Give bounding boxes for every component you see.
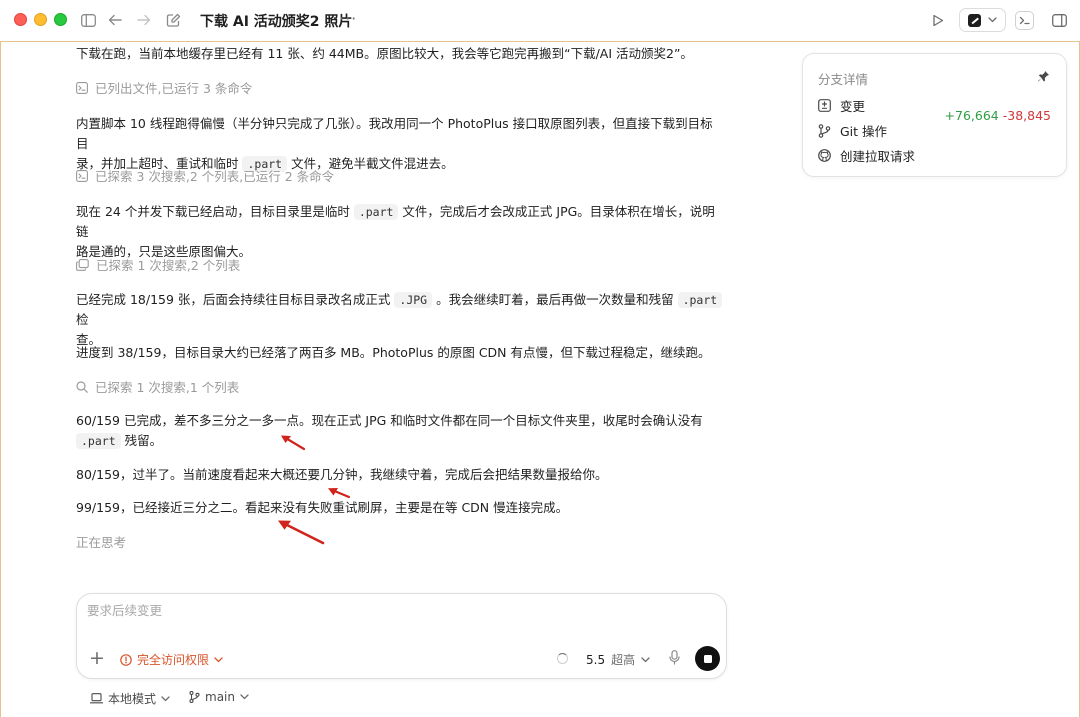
- zoom-window-button[interactable]: [54, 13, 67, 26]
- activity-text: 已列出文件,已运行 3 条命令: [95, 81, 253, 96]
- row-label: 变更: [840, 99, 866, 114]
- annotation-arrow: [328, 488, 351, 499]
- message-text: 80/159，过半了。当前速度看起来大概还要几分钟，我继续守着，完成后会把结果数…: [76, 467, 608, 482]
- message-text: 99/159，已经接近三分之二。看起来没有失败重试刷屏，主要是在等 CDN 慢连…: [76, 500, 569, 515]
- message-text: 残留。: [120, 433, 163, 448]
- title-bar: 下载 AI 活动颁奖2 照片 ···: [0, 0, 1080, 41]
- message-text: 已经完成 18/159 张，后面会持续往目标目录改名成正式: [76, 292, 395, 307]
- terminal-toggle-icon[interactable]: [1015, 11, 1034, 30]
- add-attachment-icon[interactable]: +: [89, 649, 105, 668]
- main-content: 下载在跑，当前本地缓存里已经有 11 张、约 44MB。原图比较大，我会等它跑完…: [0, 41, 1080, 717]
- assistant-message: 已经完成 18/159 张，后面会持续往目标目录改名成正式 .JPG 。我会继续…: [76, 290, 724, 350]
- minimize-window-button[interactable]: [34, 13, 47, 26]
- annotation-arrow: [281, 435, 306, 451]
- activity-summary[interactable]: 已探索 3 次搜索,2 个列表,已运行 2 条命令: [76, 166, 334, 185]
- assistant-message: 下载在跑，当前本地缓存里已经有 11 张、约 44MB。原图比较大，我会等它跑完…: [76, 44, 724, 64]
- pin-icon[interactable]: [1037, 70, 1050, 83]
- search-icon: [76, 380, 88, 393]
- create-pull-request-row[interactable]: 创建拉取请求: [818, 146, 915, 165]
- row-label: Git 操作: [840, 124, 888, 139]
- assistant-message: 99/159，已经接近三分之二。看起来没有失败重试刷屏，主要是在等 CDN 慢连…: [76, 498, 724, 518]
- additions-count: +76,664: [944, 108, 999, 123]
- stop-button[interactable]: [695, 646, 720, 671]
- chevron-down-icon: [641, 656, 650, 662]
- branch-label: main: [205, 690, 235, 704]
- activity-text: 已探索 1 次搜索,2 个列表: [96, 258, 241, 273]
- inline-code: .part: [677, 292, 723, 308]
- activity-summary[interactable]: 已探索 1 次搜索,1 个列表: [76, 377, 239, 396]
- message-text: 内置脚本 10 线程跑得偏慢（半分钟只完成了几张）。我改用同一个 PhotoPl…: [76, 116, 713, 151]
- panel-title: 分支详情: [818, 72, 869, 87]
- assistant-message: 进度到 38/159，目标目录大约已经落了两百多 MB。PhotoPlus 的原…: [76, 343, 724, 363]
- assistant-message: 内置脚本 10 线程跑得偏慢（半分钟只完成了几张）。我改用同一个 PhotoPl…: [76, 114, 724, 174]
- message-text: 下载在跑，当前本地缓存里已经有 11 张、约 44MB。原图比较大，我会等它跑完…: [76, 46, 693, 61]
- git-branch-icon: [818, 123, 831, 138]
- laptop-icon: [90, 693, 103, 704]
- activity-summary[interactable]: 已列出文件,已运行 3 条命令: [76, 78, 252, 97]
- changes-icon: [818, 99, 831, 112]
- open-in-editor-button[interactable]: [959, 8, 1006, 32]
- copy-icon: [76, 258, 89, 271]
- chevron-down-icon: [161, 695, 170, 701]
- thinking-status: 正在思考: [76, 535, 127, 550]
- annotation-arrow: [278, 520, 325, 545]
- window-title: 下载 AI 活动颁奖2 照片: [200, 14, 353, 30]
- model-selector[interactable]: 5.5 超高: [586, 651, 650, 668]
- sidebar-toggle-icon[interactable]: [79, 11, 97, 29]
- stop-icon: [703, 654, 712, 663]
- composer: + 完全访问权限 5.5 超高: [76, 593, 727, 679]
- back-arrow-icon[interactable]: [106, 11, 124, 29]
- row-label: 创建拉取请求: [840, 149, 916, 164]
- model-version: 5.5: [586, 652, 606, 667]
- branch-details-panel: 分支详情 变更 +76,664 -38,845 Git 操作 创建拉取请求: [802, 53, 1067, 177]
- forward-arrow-icon[interactable]: [135, 11, 153, 29]
- git-branch-icon: [189, 691, 200, 703]
- assistant-message: 现在 24 个并发下载已经启动，目标目录里是临时 .part 文件，完成后才会改…: [76, 202, 724, 262]
- local-mode-dropdown[interactable]: 本地模式: [90, 690, 170, 707]
- deletions-count: -38,845: [1002, 108, 1051, 123]
- right-panel-toggle-icon[interactable]: [1050, 11, 1068, 29]
- follow-up-input[interactable]: [87, 603, 647, 618]
- access-label: 完全访问权限: [137, 653, 210, 667]
- access-permission-dropdown[interactable]: 完全访问权限: [120, 651, 223, 668]
- message-text: 检: [76, 312, 89, 327]
- terminal-icon: [76, 81, 88, 94]
- git-operations-row[interactable]: Git 操作: [818, 121, 887, 140]
- loading-spinner-icon: [557, 653, 568, 664]
- assistant-message: 60/159 已完成，差不多三分之一多一点。现在正式 JPG 和临时文件都在同一…: [76, 411, 724, 451]
- editor-app-icon: [968, 13, 981, 27]
- branch-dropdown[interactable]: main: [189, 690, 249, 704]
- message-text: 进度到 38/159，目标目录大约已经落了两百多 MB。PhotoPlus 的原…: [76, 345, 711, 360]
- close-window-button[interactable]: [14, 13, 27, 26]
- diff-stats: +76,664 -38,845: [945, 108, 1051, 123]
- message-text: 60/159 已完成，差不多三分之一多一点。现在正式 JPG 和临时文件都在同一…: [76, 413, 703, 428]
- inline-code: .part: [353, 204, 399, 220]
- inline-code: .part: [76, 433, 121, 449]
- warning-icon: [120, 653, 132, 666]
- activity-summary[interactable]: 已探索 1 次搜索,2 个列表: [76, 255, 240, 274]
- microphone-icon[interactable]: [669, 650, 680, 665]
- mode-label: 本地模式: [108, 692, 157, 706]
- changes-row[interactable]: 变更: [818, 96, 865, 115]
- activity-text: 已探索 1 次搜索,1 个列表: [95, 380, 240, 395]
- chevron-down-icon: [988, 17, 997, 23]
- message-text: 现在 24 个并发下载已经启动，目标目录里是临时: [76, 204, 354, 219]
- new-chat-icon[interactable]: [164, 11, 182, 29]
- more-options-icon[interactable]: ···: [339, 9, 357, 28]
- chevron-down-icon: [214, 656, 223, 662]
- run-icon[interactable]: [929, 11, 947, 29]
- assistant-message: 80/159，过半了。当前速度看起来大概还要几分钟，我继续守着，完成后会把结果数…: [76, 465, 724, 485]
- model-mode: 超高: [611, 653, 636, 667]
- message-text: 。我会继续盯着，最后再做一次数量和残留: [432, 292, 678, 307]
- inline-code: .JPG: [394, 292, 433, 308]
- activity-text: 已探索 3 次搜索,2 个列表,已运行 2 条命令: [95, 169, 335, 184]
- terminal-icon: [76, 169, 88, 182]
- chevron-down-icon: [240, 694, 249, 700]
- github-icon: [818, 149, 831, 162]
